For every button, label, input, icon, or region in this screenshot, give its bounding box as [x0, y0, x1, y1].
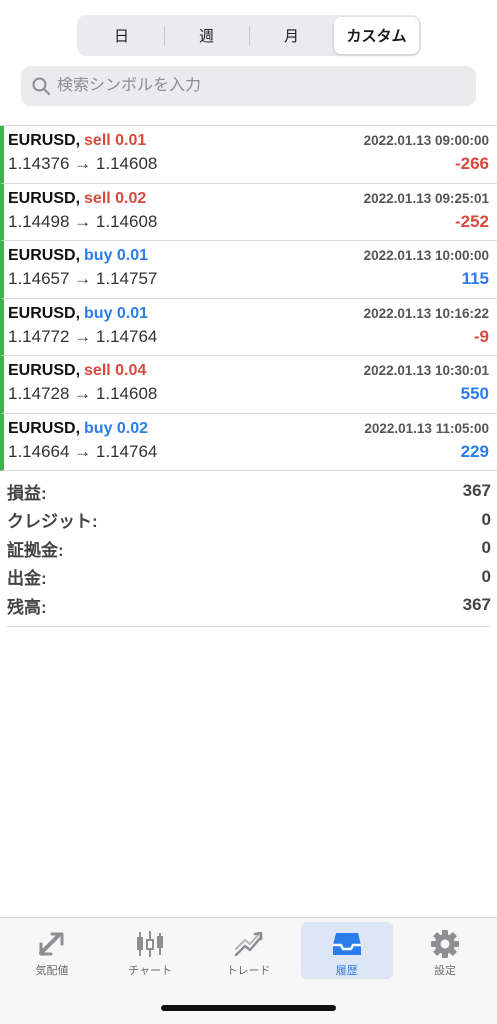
trade-icon	[234, 931, 262, 957]
tab-label: 履歴	[335, 965, 358, 977]
trade-type: sell 0.01	[84, 132, 147, 149]
trade-profit: 550	[460, 384, 489, 403]
period-segmented-control: 日 週 月 カスタム	[77, 15, 421, 56]
tab-custom[interactable]: カスタム	[334, 17, 419, 54]
search-bar[interactable]	[21, 66, 476, 106]
gear-icon	[431, 930, 459, 958]
tab-quotes[interactable]: 気配値	[6, 922, 98, 979]
summary-value: 0	[481, 566, 491, 586]
trade-symbol: EURUSD,	[8, 132, 81, 149]
trade-time: 2022.01.13 10:16:22	[363, 305, 489, 321]
tab-chart[interactable]: チャート	[104, 922, 196, 979]
summary-credit-row: クレジット: 0	[7, 506, 491, 535]
trade-prices: 1.14728 → 1.14608	[8, 384, 158, 403]
trade-row[interactable]: EURUSD, buy 0.02 2022.01.13 11:05:00 1.14…	[0, 413, 497, 471]
trade-time: 2022.01.13 10:00:00	[363, 248, 489, 263]
tab-label: 設定	[434, 965, 456, 977]
trade-symbol: EURUSD,	[8, 304, 81, 322]
summary-value: 367	[462, 481, 491, 501]
trade-symbol: EURUSD,	[8, 189, 81, 207]
trade-row[interactable]: EURUSD, sell 0.01 2022.01.13 09:00:00 1.1…	[0, 126, 497, 184]
summary-deposit-row: 証拠金: 0	[7, 534, 491, 563]
summary-withdrawal-row: 出金: 0	[7, 563, 491, 592]
search-icon	[31, 76, 51, 96]
trade-prices: 1.14772 → 1.14764	[8, 326, 158, 346]
trade-row[interactable]: EURUSD, sell 0.02 2022.01.13 09:25:01 1.1…	[0, 183, 497, 241]
trade-time: 2022.01.13 11:05:00	[364, 420, 489, 436]
summary-label: 出金:	[7, 569, 47, 589]
trade-prices: 1.14376 → 1.14608	[8, 154, 158, 173]
trade-symbol: EURUSD,	[8, 362, 81, 379]
summary-label: 損益:	[7, 483, 47, 503]
trade-type: buy 0.02	[84, 419, 149, 437]
trade-type: buy 0.01	[84, 247, 149, 264]
tab-label: トレード	[226, 965, 271, 977]
trade-type: buy 0.01	[84, 304, 149, 322]
summary-label: 残高:	[7, 597, 47, 617]
trade-profit: -9	[473, 326, 489, 346]
bottom-tab-bar: 気配値 チャート トレード 履歴 設定	[0, 917, 497, 1024]
summary-value: 0	[481, 509, 491, 529]
tab-history[interactable]: 履歴	[300, 922, 393, 979]
summary-value: 0	[481, 538, 491, 558]
trade-profit: 115	[461, 269, 489, 288]
trade-symbol: EURUSD,	[8, 247, 81, 264]
tab-label: 気配値	[35, 965, 69, 977]
home-indicator[interactable]	[161, 1005, 336, 1011]
summary-label: クレジット:	[7, 512, 98, 532]
trade-profit: -252	[454, 211, 489, 231]
summary-profit-row: 損益: 367	[7, 477, 491, 506]
summary-value: 367	[462, 595, 491, 615]
trade-symbol: EURUSD,	[8, 419, 81, 437]
trade-prices: 1.14664 → 1.14764	[8, 441, 158, 461]
trade-prices: 1.14657 → 1.14757	[8, 269, 158, 288]
summary-balance-row: 残高: 367	[7, 591, 491, 620]
trade-time: 2022.01.13 09:00:00	[363, 133, 489, 148]
trade-prices: 1.14498 → 1.14608	[8, 211, 158, 231]
trade-type: sell 0.02	[84, 189, 147, 207]
trade-profit: 229	[460, 441, 489, 461]
trade-time: 2022.01.13 10:30:01	[363, 363, 489, 378]
tab-label: チャート	[128, 965, 173, 977]
tab-month[interactable]: 月	[249, 17, 334, 54]
trade-row[interactable]: EURUSD, buy 0.01 2022.01.13 10:16:22 1.14…	[0, 298, 497, 356]
tab-week[interactable]: 週	[164, 17, 249, 54]
trade-row[interactable]: EURUSD, buy 0.01 2022.01.13 10:00:00 1.14…	[0, 241, 497, 299]
account-summary: 損益: 367 クレジット: 0 証拠金: 0 出金: 0 残高: 367	[7, 477, 491, 627]
search-input[interactable]	[57, 77, 457, 95]
tab-trade[interactable]: トレード	[203, 922, 295, 979]
trade-history-list: EURUSD, sell 0.01 2022.01.13 09:00:00 1.1…	[0, 125, 497, 471]
tab-settings[interactable]: 設定	[399, 922, 491, 979]
tab-day[interactable]: 日	[79, 17, 164, 54]
history-inbox-icon	[332, 933, 361, 955]
summary-label: 証拠金:	[7, 540, 64, 560]
candlestick-chart-icon	[137, 931, 164, 957]
trade-profit: -266	[454, 154, 489, 173]
trade-time: 2022.01.13 09:25:01	[363, 190, 489, 206]
trade-row[interactable]: EURUSD, sell 0.04 2022.01.13 10:30:01 1.1…	[0, 356, 497, 414]
trade-type: sell 0.04	[84, 362, 147, 379]
quotes-icon	[39, 932, 64, 956]
